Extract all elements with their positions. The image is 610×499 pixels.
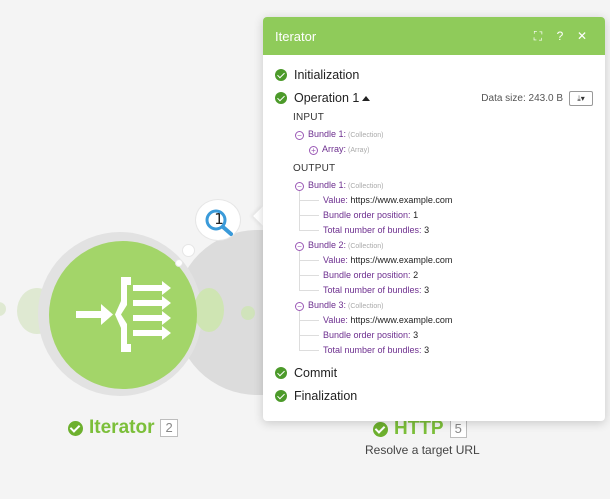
http-subtitle: Resolve a target URL <box>365 443 480 457</box>
collapse-toggle-icon[interactable]: − <box>295 182 304 191</box>
input-array[interactable]: + Array: (Array) <box>295 142 593 157</box>
output-bundle: − Bundle 3: (Collection) Value: https://ww… <box>295 298 593 358</box>
bundle-field: Total number of bundles: 3 <box>295 223 593 238</box>
http-name: HTTP <box>394 418 444 439</box>
data-size: Data size: 243.0 B <box>481 92 563 104</box>
key-name: Total number of bundles: <box>323 225 422 235</box>
output-heading: OUTPUT <box>293 163 336 174</box>
operations-bubble[interactable]: 1 <box>195 199 241 241</box>
bundle-field: Bundle order position: 2 <box>295 268 593 283</box>
iterator-label: Iterator 2 <box>68 417 178 439</box>
bundle-field: Bundle order position: 3 <box>295 328 593 343</box>
input-heading: INPUT <box>293 112 324 123</box>
output-bundle: − Bundle 2: (Collection) Value: https://ww… <box>295 238 593 298</box>
field-value: https://www.example.com <box>350 315 453 325</box>
field-value: 3 <box>413 330 419 340</box>
key-name: Array: <box>322 144 347 154</box>
step-commit[interactable]: Commit <box>275 363 593 383</box>
key-type: (Collection) <box>348 183 384 190</box>
bubble-tail <box>182 244 195 257</box>
bundle-field: Bundle order position: 1 <box>295 208 593 223</box>
iterator-name: Iterator <box>89 417 155 438</box>
help-icon[interactable]: ? <box>549 29 571 43</box>
step-label: Finalization <box>294 389 358 403</box>
bundle-header[interactable]: − Bundle 2: (Collection) <box>295 238 593 253</box>
expand-icon[interactable]: ⛶ <box>527 29 549 44</box>
panel-header: Iterator ⛶ ? ✕ <box>263 17 605 55</box>
field-value: 1 <box>413 210 419 220</box>
bundle-header[interactable]: − Bundle 3: (Collection) <box>295 298 593 313</box>
success-check-icon <box>275 367 287 379</box>
key-name: Bundle order position: <box>323 330 411 340</box>
bundle-field: Total number of bundles: 3 <box>295 343 593 358</box>
success-check-icon <box>275 69 287 81</box>
bundle-header[interactable]: − Bundle 1: (Collection) <box>295 178 593 193</box>
key-name: Bundle 2: <box>308 240 347 250</box>
link-dot <box>241 306 255 320</box>
success-check-icon <box>275 92 287 104</box>
input-bundle[interactable]: − Bundle 1: (Collection) <box>295 127 593 142</box>
field-value: 3 <box>424 225 430 235</box>
key-name: Bundle 1: <box>308 129 347 139</box>
http-label: HTTP 5 <box>373 418 467 440</box>
key-name: Total number of bundles: <box>323 285 422 295</box>
bundle-field: Value: https://www.example.com <box>295 193 593 208</box>
field-value: https://www.example.com <box>350 195 453 205</box>
field-value: https://www.example.com <box>350 255 453 265</box>
iterator-id: 2 <box>160 419 178 437</box>
step-finalization[interactable]: Finalization <box>275 386 593 406</box>
key-type: (Collection) <box>348 243 384 250</box>
collapse-toggle-icon[interactable]: − <box>295 242 304 251</box>
key-name: Value: <box>323 255 348 265</box>
field-value: 2 <box>413 270 419 280</box>
field-value: 3 <box>424 345 430 355</box>
key-name: Bundle 3: <box>308 300 347 310</box>
key-name: Bundle order position: <box>323 210 411 220</box>
step-initialization[interactable]: Initialization <box>275 65 593 85</box>
http-id: 5 <box>449 420 467 438</box>
iterator-output-panel: Iterator ⛶ ? ✕ Initialization Operation … <box>263 17 605 421</box>
input-tree: − Bundle 1: (Collection) + Array: (Array) <box>295 127 593 157</box>
collapse-toggle-icon[interactable]: − <box>295 302 304 311</box>
panel-title: Iterator <box>275 28 317 44</box>
key-type: (Collection) <box>348 132 384 139</box>
key-name: Value: <box>323 195 348 205</box>
key-name: Bundle order position: <box>323 270 411 280</box>
expand-toggle-icon[interactable]: + <box>309 146 318 155</box>
left-connector <box>0 302 6 316</box>
step-label: Operation 1 <box>294 91 360 105</box>
success-check-icon <box>373 421 388 437</box>
key-name: Bundle 1: <box>308 180 347 190</box>
output-bundle: − Bundle 1: (Collection) Value: https://ww… <box>295 178 593 238</box>
step-label: Commit <box>294 366 338 380</box>
step-operation[interactable]: Operation 1 Data size: 243.0 B ⤓▾ <box>275 88 593 108</box>
key-name: Total number of bundles: <box>323 345 422 355</box>
step-label: Initialization <box>294 68 360 82</box>
iterator-right-ear <box>194 288 224 332</box>
download-button[interactable]: ⤓▾ <box>569 90 593 106</box>
key-type: (Collection) <box>348 303 384 310</box>
success-check-icon <box>275 390 287 402</box>
collapse-caret-icon[interactable] <box>362 95 371 101</box>
bundle-field: Total number of bundles: 3 <box>295 283 593 298</box>
field-value: 3 <box>424 285 430 295</box>
output-tree: − Bundle 1: (Collection) Value: https://ww… <box>295 178 593 358</box>
bundle-field: Value: https://www.example.com <box>295 313 593 328</box>
collapse-toggle-icon[interactable]: − <box>295 131 304 140</box>
bundle-field: Value: https://www.example.com <box>295 253 593 268</box>
panel-body: Initialization Operation 1 Data size: 24… <box>263 55 605 406</box>
key-type: (Array) <box>348 147 370 154</box>
magnifier-icon <box>205 209 233 236</box>
close-icon[interactable]: ✕ <box>571 29 593 43</box>
success-check-icon <box>68 420 83 436</box>
key-name: Value: <box>323 315 348 325</box>
bubble-tail-small <box>175 259 183 267</box>
